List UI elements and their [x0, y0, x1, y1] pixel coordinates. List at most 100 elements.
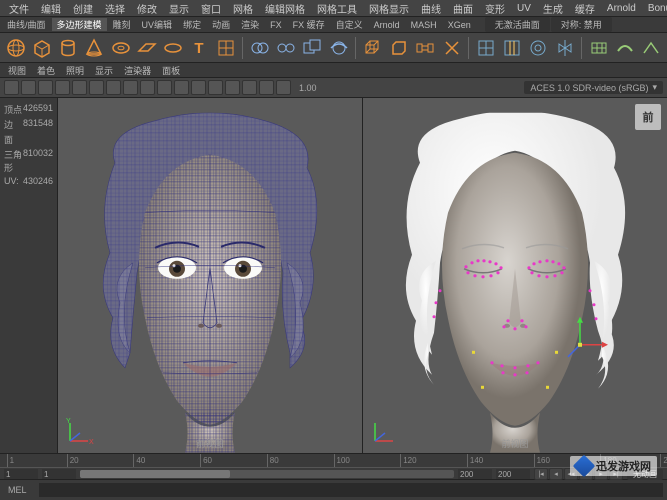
- menu-windows[interactable]: 窗口: [196, 0, 226, 17]
- shelf-text-icon[interactable]: T: [188, 36, 211, 60]
- shelf-tab-custom[interactable]: 自定义: [331, 18, 368, 31]
- shelf-tab-arnold[interactable]: Arnold: [369, 20, 405, 30]
- shelf-tab-xgen[interactable]: XGen: [443, 20, 476, 30]
- shelf-polycylinder-icon[interactable]: [57, 36, 80, 60]
- shelf-separate-icon[interactable]: [274, 36, 297, 60]
- range-end-play[interactable]: [458, 469, 492, 479]
- menu-meshtools[interactable]: 网格工具: [312, 0, 362, 17]
- stat-uvs-label: UV:: [4, 176, 19, 186]
- menu-generate[interactable]: 生成: [538, 0, 568, 17]
- shelf-tab-render[interactable]: 渲染: [236, 18, 264, 31]
- range-start-anim[interactable]: [4, 469, 38, 479]
- shelf-symmetry-dropdown[interactable]: 对称: 禁用: [551, 17, 612, 32]
- range-slider[interactable]: [80, 470, 454, 478]
- menu-create[interactable]: 创建: [68, 0, 98, 17]
- shelf-tab-curves[interactable]: 曲线/曲面: [2, 18, 51, 31]
- shelf-tab-sculpt[interactable]: 雕刻: [108, 18, 136, 31]
- menu-select[interactable]: 选择: [100, 0, 130, 17]
- shelf-merge-icon[interactable]: [440, 36, 463, 60]
- cmd-lang-label[interactable]: MEL: [0, 485, 35, 495]
- vp-btn-shaded[interactable]: [106, 80, 121, 95]
- shelf-polyplane-icon[interactable]: [135, 36, 158, 60]
- menu-deform[interactable]: 变形: [480, 0, 510, 17]
- shelf-tab-anim[interactable]: 动画: [207, 18, 235, 31]
- shelf-polydisc-icon[interactable]: [162, 36, 185, 60]
- shelf-combine-icon[interactable]: [248, 36, 271, 60]
- menu-editmesh[interactable]: 编辑网格: [260, 0, 310, 17]
- menu-meshdisplay[interactable]: 网格显示: [364, 0, 414, 17]
- vp-btn-ao[interactable]: [208, 80, 223, 95]
- shelf-polycone-icon[interactable]: [83, 36, 106, 60]
- menu-arnold[interactable]: Arnold: [602, 2, 641, 15]
- menu-file[interactable]: 文件: [4, 0, 34, 17]
- menu-surfaces[interactable]: 曲面: [448, 0, 478, 17]
- shelf-quaddraw-icon[interactable]: [587, 36, 610, 60]
- menu-modify[interactable]: 修改: [132, 0, 162, 17]
- timeline-ticks[interactable]: 1 20 40 60 80 100 120 140 160 180 200: [0, 454, 667, 468]
- menu-bonus[interactable]: Bonus Tools: [643, 2, 667, 15]
- vp-colorspace-dropdown[interactable]: ACES 1.0 SDR-video (sRGB) ▾: [524, 81, 663, 94]
- time-slider[interactable]: 1 20 40 60 80 100 120 140 160 180 200 |◂…: [0, 453, 667, 479]
- panelmenu-shading[interactable]: 着色: [33, 64, 59, 77]
- playback-stepback-icon[interactable]: ◂: [549, 468, 563, 480]
- menu-display[interactable]: 显示: [164, 0, 194, 17]
- panelmenu-panels[interactable]: 面板: [158, 64, 184, 77]
- shelf-crease-icon[interactable]: [640, 36, 663, 60]
- vp-btn-select[interactable]: [4, 80, 19, 95]
- shelf-tab-poly[interactable]: 多边形建模: [52, 18, 107, 31]
- shelf-tab-fx[interactable]: FX: [265, 20, 287, 30]
- vp-btn-xray[interactable]: [191, 80, 206, 95]
- shelf-extrude-icon[interactable]: [361, 36, 384, 60]
- panelmenu-lighting[interactable]: 照明: [62, 64, 88, 77]
- vp-btn-aa[interactable]: [242, 80, 257, 95]
- menu-curves[interactable]: 曲线: [416, 0, 446, 17]
- playback-start-icon[interactable]: |◂: [534, 468, 548, 480]
- shelf-livesurface-dropdown[interactable]: 无激活曲面: [485, 17, 550, 32]
- range-end-anim[interactable]: [496, 469, 530, 479]
- shelf-tab-fxcache[interactable]: FX 缓存: [288, 18, 330, 31]
- shelf-svg-icon[interactable]: [214, 36, 237, 60]
- panelmenu-show[interactable]: 显示: [91, 64, 117, 77]
- vp-btn-image[interactable]: [55, 80, 70, 95]
- vp-btn-gate[interactable]: [276, 80, 291, 95]
- vp-btn-motionblur[interactable]: [225, 80, 240, 95]
- panelmenu-renderer[interactable]: 渲染器: [120, 64, 155, 77]
- vp-btn-grid[interactable]: [72, 80, 87, 95]
- shelf-tab-rig[interactable]: 绑定: [178, 18, 206, 31]
- vp-btn-isolate[interactable]: [174, 80, 189, 95]
- menu-mesh[interactable]: 网格: [228, 0, 258, 17]
- vp-btn-resolution[interactable]: [259, 80, 274, 95]
- vp-btn-texture[interactable]: [123, 80, 138, 95]
- shelf-multicut-icon[interactable]: [474, 36, 497, 60]
- vp-btn-camera[interactable]: [21, 80, 36, 95]
- stat-faces-label: 面: [4, 133, 13, 146]
- shelf-polysphere-icon[interactable]: [4, 36, 27, 60]
- menu-uv[interactable]: UV: [512, 2, 536, 15]
- shelf-tab-uv[interactable]: UV编辑: [137, 18, 178, 31]
- shelf-polytorus-icon[interactable]: [109, 36, 132, 60]
- panelmenu-view[interactable]: 视图: [4, 64, 30, 77]
- shelf-polycube-icon[interactable]: [30, 36, 53, 60]
- shelf-bevel-icon[interactable]: [387, 36, 410, 60]
- shelf-tab-mash[interactable]: MASH: [406, 20, 442, 30]
- viewport-left[interactable]: XY 前视图: [58, 98, 363, 453]
- vp-btn-bookmark[interactable]: [38, 80, 53, 95]
- range-handle[interactable]: [80, 470, 230, 478]
- shelf-booleans-icon[interactable]: [301, 36, 324, 60]
- shelf-insertloop-icon[interactable]: [500, 36, 523, 60]
- viewport-right[interactable]: 前: [363, 98, 667, 453]
- vp-btn-light[interactable]: [140, 80, 155, 95]
- menu-cache[interactable]: 缓存: [570, 0, 600, 17]
- shelf-mirror-icon[interactable]: [553, 36, 576, 60]
- vp-btn-wireframe[interactable]: [89, 80, 104, 95]
- tick: 40: [133, 454, 145, 467]
- shelf-sculpt-icon[interactable]: [613, 36, 636, 60]
- stat-tris-label: 三角形: [4, 148, 23, 174]
- vp-btn-shadow[interactable]: [157, 80, 172, 95]
- range-start-play[interactable]: [42, 469, 76, 479]
- cmd-input[interactable]: [39, 483, 663, 497]
- shelf-circularize-icon[interactable]: [527, 36, 550, 60]
- shelf-smooth-icon[interactable]: [327, 36, 350, 60]
- shelf-bridge-icon[interactable]: [414, 36, 437, 60]
- menu-edit[interactable]: 编辑: [36, 0, 66, 17]
